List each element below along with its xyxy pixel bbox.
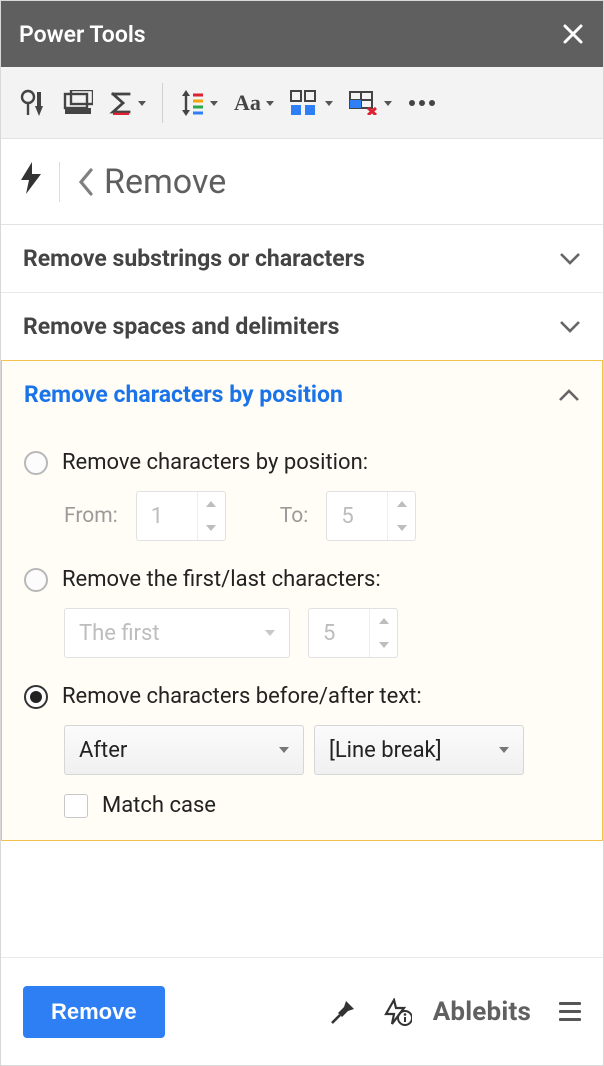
section-spaces-header[interactable]: Remove spaces and delimiters	[1, 293, 603, 361]
section-position-header[interactable]: Remove characters by position	[2, 361, 602, 428]
match-case-label: Match case	[102, 793, 216, 818]
to-stepper[interactable]: 5	[326, 491, 416, 541]
app-title: Power Tools	[19, 21, 146, 48]
breadcrumb-back[interactable]: Remove	[78, 162, 226, 202]
chevron-down-icon	[384, 101, 392, 106]
toolbar-divider	[162, 83, 163, 123]
toolbar: Aa	[1, 67, 603, 139]
chevron-down-icon	[559, 252, 581, 266]
chevron-down-icon	[325, 101, 333, 106]
toolbar-smart-tools-button[interactable]	[13, 81, 53, 125]
text-select[interactable]: [Line break]	[314, 725, 524, 775]
toolbar-sheets-button[interactable]	[57, 81, 99, 125]
radio-by-position-label: Remove characters by position:	[62, 450, 368, 475]
section-spaces-title: Remove spaces and delimiters	[23, 313, 339, 340]
info-icon[interactable]	[379, 994, 415, 1030]
chevron-down-icon	[266, 101, 274, 106]
from-label: From:	[64, 504, 118, 528]
page-title: Remove	[104, 162, 226, 202]
before-after-value: After	[79, 738, 127, 763]
radio-before-after[interactable]	[24, 685, 48, 709]
to-value: 5	[327, 492, 387, 540]
count-stepper[interactable]: 5	[308, 608, 398, 658]
section-position-title: Remove characters by position	[24, 381, 343, 408]
text-icon: Aa	[234, 90, 261, 116]
radio-first-last[interactable]	[24, 568, 48, 592]
section-substrings-title: Remove substrings or characters	[23, 245, 365, 272]
toolbar-text-button[interactable]: Aa	[228, 81, 280, 125]
from-value: 1	[137, 492, 197, 540]
chevron-down-icon	[138, 101, 146, 106]
match-case-checkbox[interactable]	[64, 794, 88, 818]
pin-icon[interactable]	[325, 994, 361, 1030]
radio-by-position[interactable]	[24, 451, 48, 475]
breadcrumb-divider	[59, 162, 60, 202]
toolbar-sigma-button[interactable]	[103, 81, 152, 125]
section-substrings-header[interactable]: Remove substrings or characters	[1, 225, 603, 293]
toolbar-more-button[interactable]	[402, 81, 442, 125]
close-button[interactable]	[561, 22, 585, 46]
toolbar-merge-button[interactable]	[284, 81, 339, 125]
radio-before-after-label: Remove characters before/after text:	[62, 684, 422, 709]
chevron-left-icon	[78, 168, 94, 196]
count-value: 5	[309, 609, 369, 657]
first-last-select[interactable]: The first	[64, 608, 290, 658]
chevron-up-icon	[558, 388, 580, 402]
first-last-value: The first	[79, 621, 160, 646]
chevron-down-icon	[559, 320, 581, 334]
radio-first-last-label: Remove the first/last characters:	[62, 567, 381, 592]
text-value: [Line break]	[329, 738, 442, 763]
chevron-down-icon	[210, 101, 218, 106]
remove-button[interactable]: Remove	[23, 986, 165, 1038]
before-after-select[interactable]: After	[64, 725, 304, 775]
brand-label: Ablebits	[433, 997, 531, 1027]
power-icon[interactable]	[21, 162, 41, 201]
toolbar-remove-button[interactable]	[343, 81, 398, 125]
toolbar-sort-button[interactable]	[173, 81, 224, 125]
to-label: To:	[280, 504, 309, 528]
menu-button[interactable]	[559, 1002, 581, 1021]
from-stepper[interactable]: 1	[136, 491, 226, 541]
